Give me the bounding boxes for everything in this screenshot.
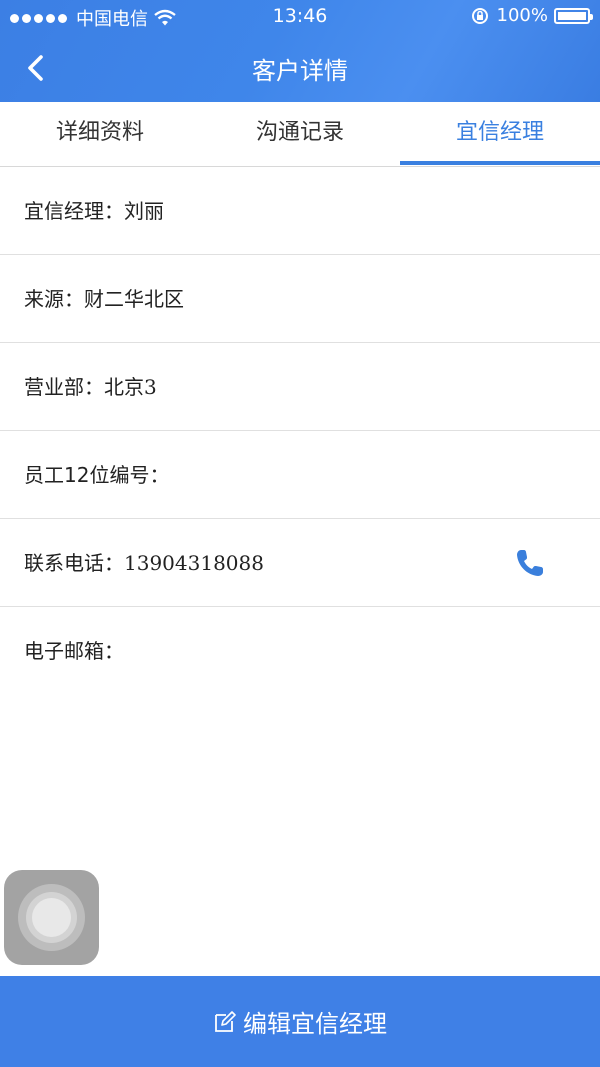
- detail-row-phone: 联系电话：13904318088: [0, 519, 600, 607]
- edit-manager-button[interactable]: 编辑宜信经理: [0, 976, 600, 1067]
- email-label: 电子邮箱：: [24, 639, 124, 663]
- battery-icon: [554, 7, 593, 24]
- detail-row-source: 来源：财二华北区: [0, 255, 600, 343]
- manager-label: 宜信经理：: [24, 199, 124, 223]
- page-title: 客户详情: [252, 57, 348, 85]
- department-field: 营业部：北京3: [24, 343, 157, 431]
- phone-field: 联系电话：13904318088: [24, 519, 264, 607]
- department-value: 北京3: [104, 375, 157, 399]
- app-header: 中国电信 13:46 100% 客户详情: [0, 0, 600, 102]
- tab-communication-log[interactable]: 沟通记录: [200, 102, 400, 166]
- active-tab-indicator: [400, 161, 600, 165]
- source-label: 来源：: [24, 287, 84, 311]
- tab-bar: 详细资料 沟通记录 宜信经理: [0, 102, 600, 167]
- detail-row-department: 营业部：北京3: [0, 343, 600, 431]
- edit-manager-label: 编辑宜信经理: [243, 1010, 387, 1038]
- employee-id-field: 员工12位编号：: [24, 431, 169, 519]
- employee-id-label: 员工12位编号：: [24, 463, 170, 487]
- source-value: 财二华北区: [84, 287, 184, 311]
- edit-icon: [215, 1010, 236, 1032]
- source-field: 来源：财二华北区: [24, 255, 184, 343]
- assistive-touch-center: [32, 898, 71, 937]
- phone-label: 联系电话：: [24, 551, 124, 575]
- email-field: 电子邮箱：: [24, 607, 124, 695]
- status-right: 100%: [471, 5, 593, 26]
- nav-bar: 客户详情: [0, 32, 600, 102]
- tab-manager[interactable]: 宜信经理: [400, 102, 600, 166]
- battery-percent: 100%: [496, 5, 548, 26]
- assistive-touch-button[interactable]: [4, 870, 99, 965]
- detail-row-email: 电子邮箱：: [0, 607, 600, 695]
- detail-row-employee-id: 员工12位编号：: [0, 431, 600, 519]
- detail-row-manager: 宜信经理：刘丽: [0, 167, 600, 255]
- rotation-lock-icon: [471, 7, 488, 24]
- manager-field: 宜信经理：刘丽: [24, 167, 164, 255]
- tab-details[interactable]: 详细资料: [0, 102, 200, 166]
- phone-call-icon[interactable]: [514, 547, 546, 579]
- phone-value: 13904318088: [124, 551, 264, 575]
- status-bar: 中国电信 13:46 100%: [0, 0, 600, 32]
- manager-value: 刘丽: [124, 199, 164, 223]
- department-label: 营业部：: [24, 375, 104, 399]
